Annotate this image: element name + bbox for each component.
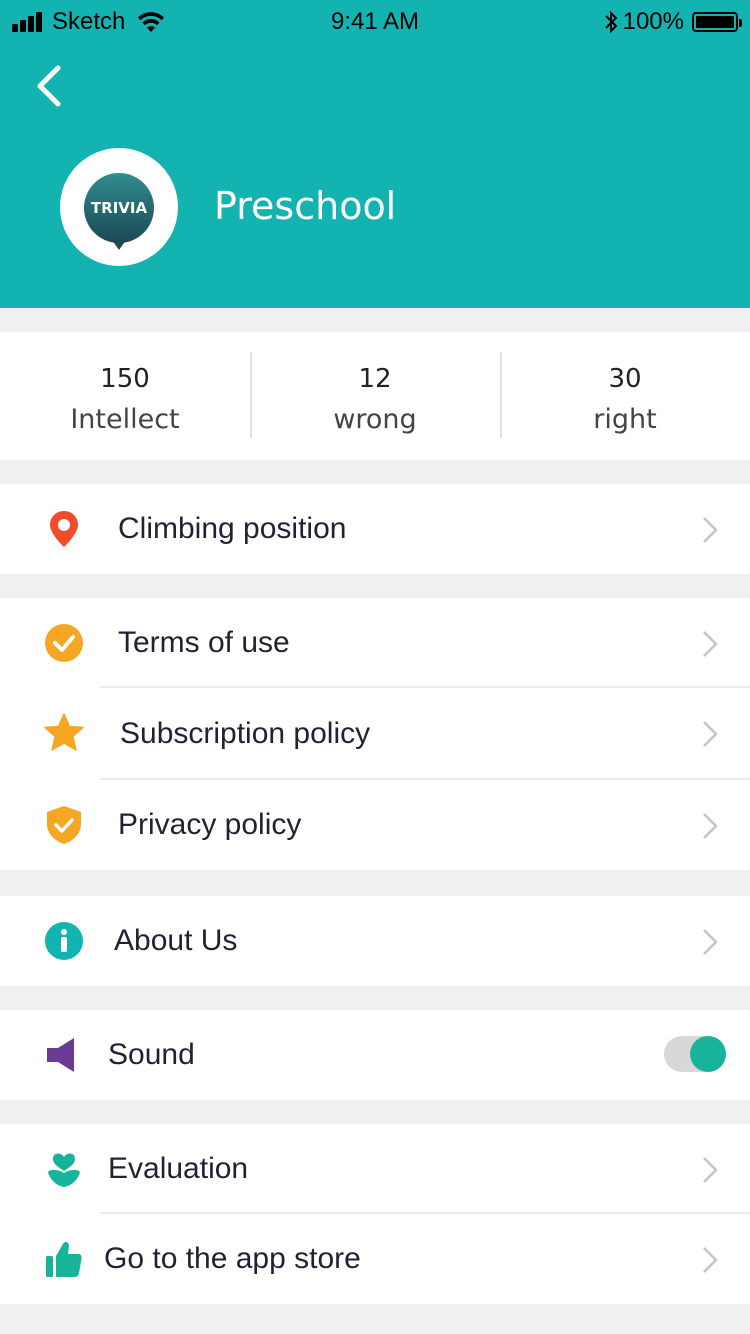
- menu-item-terms-of-use[interactable]: Terms of use: [0, 598, 750, 688]
- menu-label: Evaluation: [108, 1152, 249, 1185]
- check-circle-icon: [45, 624, 83, 662]
- stat-value: 150: [100, 364, 150, 394]
- menu-item-climbing-position[interactable]: Climbing position: [0, 484, 750, 574]
- stat-value: 12: [358, 364, 392, 394]
- flower-icon: [48, 1153, 80, 1187]
- trivia-logo: TRIVIA: [84, 173, 154, 250]
- star-icon: [44, 713, 84, 751]
- chevron-right-icon: [703, 813, 718, 839]
- menu-item-evaluation[interactable]: Evaluation: [0, 1124, 750, 1214]
- sound-toggle[interactable]: [664, 1036, 726, 1072]
- menu-item-app-store[interactable]: Go to the app store: [0, 1214, 750, 1304]
- menu-item-sound: Sound: [0, 1010, 750, 1100]
- stat-wrong: 12 wrong: [250, 332, 500, 460]
- chevron-right-icon: [703, 1247, 718, 1273]
- back-button[interactable]: [30, 62, 70, 110]
- menu-label: About Us: [114, 924, 238, 957]
- bluetooth-icon: [604, 10, 618, 34]
- menu-label: Subscription policy: [120, 717, 371, 750]
- profile-name: Preschool: [214, 184, 397, 228]
- stat-right: 30 right: [500, 332, 750, 460]
- menu-group-sound: Sound: [0, 1010, 750, 1100]
- chevron-right-icon: [703, 1157, 718, 1183]
- chevron-right-icon: [703, 929, 718, 955]
- info-icon: [45, 922, 83, 960]
- menu-item-about-us[interactable]: About Us: [0, 896, 750, 986]
- chevron-right-icon: [703, 631, 718, 657]
- shield-check-icon: [47, 806, 81, 844]
- status-bar: Sketch 9:41 AM 100%: [0, 0, 750, 44]
- speaker-icon: [47, 1038, 74, 1072]
- menu-group-policies: Terms of use Subscription policy Privacy…: [0, 598, 750, 870]
- menu-group-ranking: Climbing position: [0, 484, 750, 574]
- thumbs-up-icon: [46, 1241, 82, 1277]
- chevron-right-icon: [703, 721, 718, 747]
- location-pin-icon: [50, 511, 78, 547]
- stat-label: wrong: [333, 404, 417, 435]
- battery-icon: [692, 12, 742, 32]
- menu-group-feedback: Evaluation Go to the app store: [0, 1124, 750, 1304]
- menu-label: Climbing position: [118, 512, 347, 545]
- stat-label: Intellect: [70, 404, 180, 435]
- battery-percent: 100%: [622, 8, 684, 35]
- chevron-right-icon: [703, 517, 718, 543]
- status-right: 100%: [603, 8, 742, 36]
- profile-header: Sketch 9:41 AM 100% TRIVIA Preschool: [0, 0, 750, 308]
- stats-panel: 150 Intellect 12 wrong 30 right: [0, 332, 750, 460]
- menu-label: Privacy policy: [118, 808, 302, 841]
- menu-label: Terms of use: [118, 626, 290, 659]
- menu-label: Go to the app store: [104, 1242, 361, 1275]
- stat-label: right: [593, 404, 657, 435]
- menu-item-privacy-policy[interactable]: Privacy policy: [0, 780, 750, 870]
- menu-group-about: About Us: [0, 896, 750, 986]
- svg-text:TRIVIA: TRIVIA: [91, 199, 148, 217]
- stat-intellect: 150 Intellect: [0, 332, 250, 460]
- menu-label: Sound: [108, 1038, 195, 1071]
- stat-value: 30: [608, 364, 642, 394]
- avatar: TRIVIA: [60, 148, 178, 266]
- toggle-knob: [690, 1036, 726, 1072]
- menu-item-subscription-policy[interactable]: Subscription policy: [0, 688, 750, 780]
